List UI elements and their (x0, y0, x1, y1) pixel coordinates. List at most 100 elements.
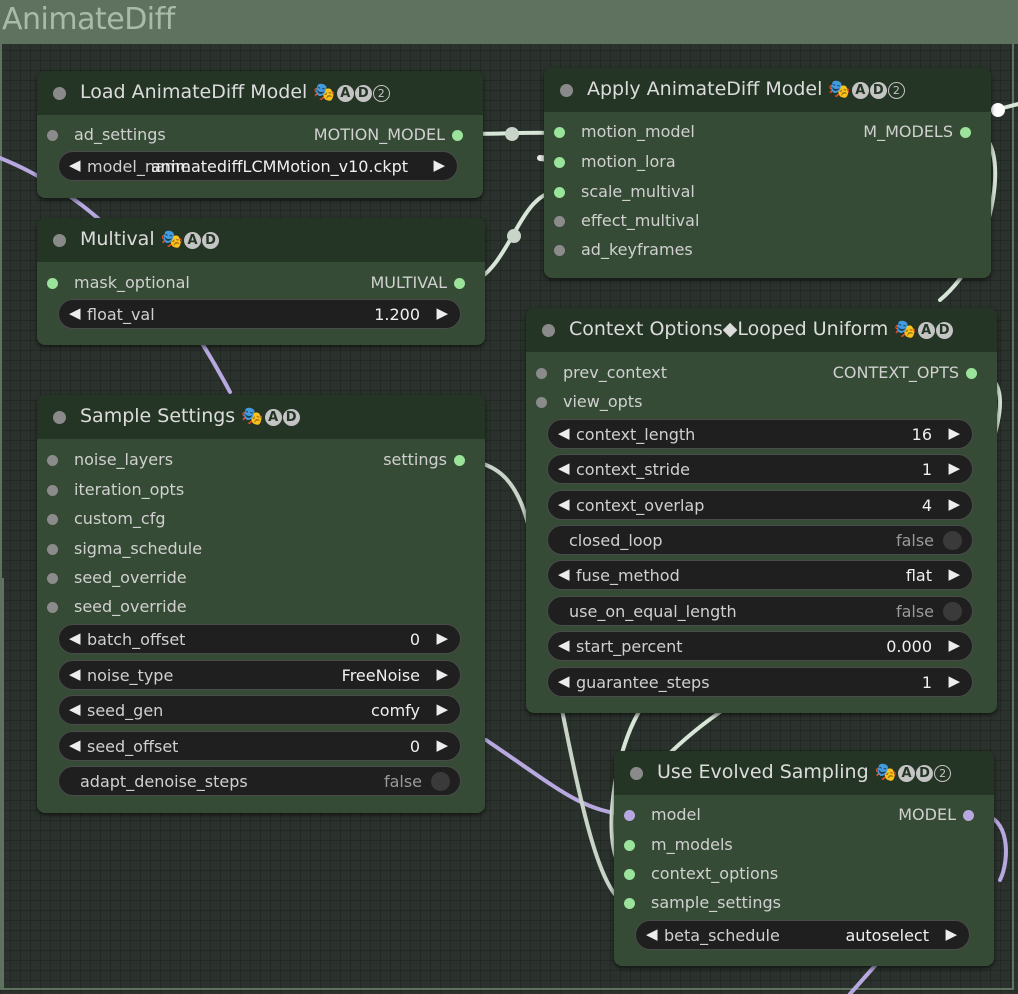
node-title-bar[interactable]: Multival 🎭 A D (37, 218, 485, 262)
use-on-equal-length-toggle[interactable]: use_on_equal_length false (547, 596, 973, 626)
input-slot-dot[interactable] (47, 455, 58, 466)
noise-type-combo[interactable]: ◀ noise_type FreeNoise ▶ (58, 660, 461, 690)
input-slot-dot[interactable] (554, 157, 565, 168)
arrow-right-icon[interactable]: ▶ (436, 736, 448, 754)
output-slot-dot[interactable] (960, 127, 971, 138)
input-slot-dot[interactable] (47, 278, 58, 289)
input-slot-dot[interactable] (554, 127, 565, 138)
node-title-bar[interactable]: Apply AnimateDiff Model 🎭 A D 2 (544, 68, 991, 112)
node-apply-animatediff-model[interactable]: Apply AnimateDiff Model 🎭 A D 2 motion_model… (544, 68, 991, 278)
collapse-dot[interactable] (53, 234, 66, 247)
input-slot-dot[interactable] (47, 602, 58, 613)
arrow-left-icon[interactable]: ◀ (69, 156, 81, 174)
model-name-combo[interactable]: ◀ model_name animatediffLCMMotion_v10.ck… (58, 151, 458, 181)
arrow-left-icon[interactable]: ◀ (558, 424, 570, 442)
adapt-denoise-steps-toggle[interactable]: adapt_denoise_steps false (58, 766, 461, 796)
arrow-left-icon[interactable]: ◀ (558, 672, 570, 690)
arrow-left-icon[interactable]: ◀ (558, 636, 570, 654)
input-noise-layers: noise_layers (74, 450, 174, 469)
widget-value: 0 (409, 737, 420, 756)
arrow-right-icon[interactable]: ▶ (948, 424, 960, 442)
input-slot-dot[interactable] (47, 130, 58, 141)
node-use-evolved-sampling[interactable]: Use Evolved Sampling 🎭 A D 2 model MODEL m_m… (614, 751, 994, 966)
arrow-left-icon[interactable]: ◀ (69, 629, 81, 647)
input-slot-dot[interactable] (624, 898, 635, 909)
node-title-bar[interactable]: Use Evolved Sampling 🎭 A D 2 (614, 751, 994, 795)
guarantee-steps-number[interactable]: ◀ guarantee_steps 1 ▶ (547, 667, 973, 697)
closed-loop-toggle[interactable]: closed_loop false (547, 525, 973, 555)
arrow-left-icon[interactable]: ◀ (69, 700, 81, 718)
input-slot-dot[interactable] (536, 368, 547, 379)
input-slot-dot[interactable] (554, 187, 565, 198)
arrow-right-icon[interactable]: ▶ (433, 156, 445, 174)
input-slot-dot[interactable] (554, 245, 565, 256)
node-title-bar[interactable]: Load AnimateDiff Model 🎭 A D 2 (37, 71, 483, 115)
arrow-right-icon[interactable]: ▶ (948, 495, 960, 513)
output-slot-dot[interactable] (963, 810, 974, 821)
node-title-bar[interactable]: Context Options◆Looped Uniform 🎭 A D (526, 308, 997, 352)
input-slot-dot[interactable] (536, 397, 547, 408)
context-stride-number[interactable]: ◀ context_stride 1 ▶ (547, 454, 973, 484)
collapse-dot[interactable] (542, 324, 555, 337)
arrow-left-icon[interactable]: ◀ (69, 736, 81, 754)
badge-d: D (354, 85, 372, 102)
seed-offset-number[interactable]: ◀ seed_offset 0 ▶ (58, 731, 461, 761)
start-percent-number[interactable]: ◀ start_percent 0.000 ▶ (547, 631, 973, 661)
node-title: Multival (80, 228, 155, 250)
input-slot-dot[interactable] (47, 573, 58, 584)
arrow-right-icon[interactable]: ▶ (948, 565, 960, 583)
input-slot-dot[interactable] (47, 485, 58, 496)
arrow-right-icon[interactable]: ▶ (948, 636, 960, 654)
widget-label: beta_schedule (664, 926, 780, 945)
fuse-method-combo[interactable]: ◀ fuse_method flat ▶ (547, 560, 973, 590)
output-slot-dot[interactable] (452, 130, 463, 141)
output-slot-dot[interactable] (454, 455, 465, 466)
widget-value: flat (905, 566, 932, 585)
beta-schedule-combo[interactable]: ◀ beta_schedule autoselect ▶ (635, 920, 970, 950)
widget-value: 1.200 (374, 305, 420, 324)
node-title: Apply AnimateDiff Model (587, 78, 823, 100)
arrow-left-icon[interactable]: ◀ (558, 495, 570, 513)
arrow-left-icon[interactable]: ◀ (69, 304, 81, 322)
collapse-dot[interactable] (53, 411, 66, 424)
node-sample-settings[interactable]: Sample Settings 🎭 A D noise_layers settings… (37, 395, 485, 813)
node-title-bar[interactable]: Sample Settings 🎭 A D (37, 395, 485, 439)
arrow-right-icon[interactable]: ▶ (436, 665, 448, 683)
batch-offset-number[interactable]: ◀ batch_offset 0 ▶ (58, 624, 461, 654)
arrow-left-icon[interactable]: ◀ (558, 459, 570, 477)
output-slot-dot[interactable] (966, 368, 977, 379)
node-load-animatediff-model[interactable]: Load AnimateDiff Model 🎭 A D 2 ad_settings M… (37, 71, 483, 198)
collapse-dot[interactable] (53, 87, 66, 100)
arrow-right-icon[interactable]: ▶ (436, 700, 448, 718)
arrow-left-icon[interactable]: ◀ (558, 565, 570, 583)
collapse-dot[interactable] (560, 84, 573, 97)
float-val-number[interactable]: ◀ float_val 1.200 ▶ (58, 299, 461, 329)
arrow-right-icon[interactable]: ▶ (948, 672, 960, 690)
input-slot-dot[interactable] (624, 840, 635, 851)
reroute-dot (505, 127, 519, 141)
toggle-knob[interactable] (943, 602, 962, 621)
input-slot-dot[interactable] (624, 810, 635, 821)
arrow-right-icon[interactable]: ▶ (436, 304, 448, 322)
node-multival[interactable]: Multival 🎭 A D mask_optional MULTIVAL ◀ flo… (37, 218, 485, 345)
input-slot-dot[interactable] (47, 514, 58, 525)
toggle-knob[interactable] (943, 531, 962, 550)
arrow-right-icon[interactable]: ▶ (436, 629, 448, 647)
arrow-right-icon[interactable]: ▶ (948, 459, 960, 477)
collapse-dot[interactable] (630, 767, 643, 780)
seed-gen-combo[interactable]: ◀ seed_gen comfy ▶ (58, 695, 461, 725)
input-slot-dot[interactable] (624, 869, 635, 880)
input-slot-dot[interactable] (47, 544, 58, 555)
arrow-left-icon[interactable]: ◀ (646, 925, 658, 943)
context-overlap-number[interactable]: ◀ context_overlap 4 ▶ (547, 490, 973, 520)
output-slot-dot[interactable] (454, 278, 465, 289)
arrow-left-icon[interactable]: ◀ (69, 665, 81, 683)
node-context-options-looped-uniform[interactable]: Context Options◆Looped Uniform 🎭 A D prev_c… (526, 308, 997, 713)
context-length-number[interactable]: ◀ context_length 16 ▶ (547, 419, 973, 449)
input-ad-keyframes: ad_keyframes (581, 240, 693, 259)
input-slot-dot[interactable] (554, 216, 565, 227)
arrow-right-icon[interactable]: ▶ (945, 925, 957, 943)
toggle-knob[interactable] (431, 772, 450, 791)
widget-value: FreeNoise (341, 666, 420, 685)
widget-label: context_length (576, 425, 696, 444)
